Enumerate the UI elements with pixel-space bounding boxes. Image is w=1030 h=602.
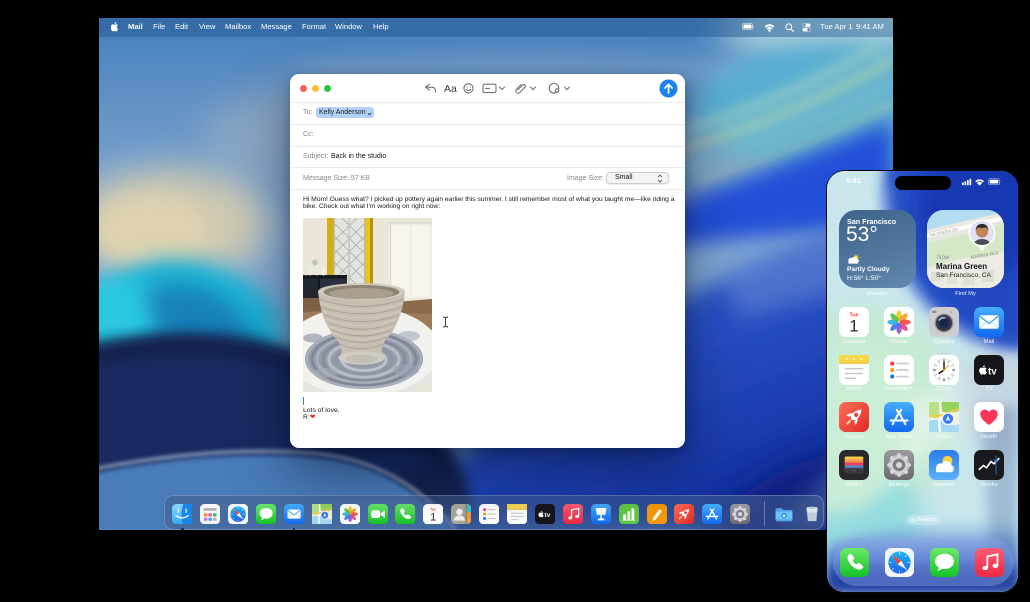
svg-text:Aa: Aa	[444, 83, 457, 95]
